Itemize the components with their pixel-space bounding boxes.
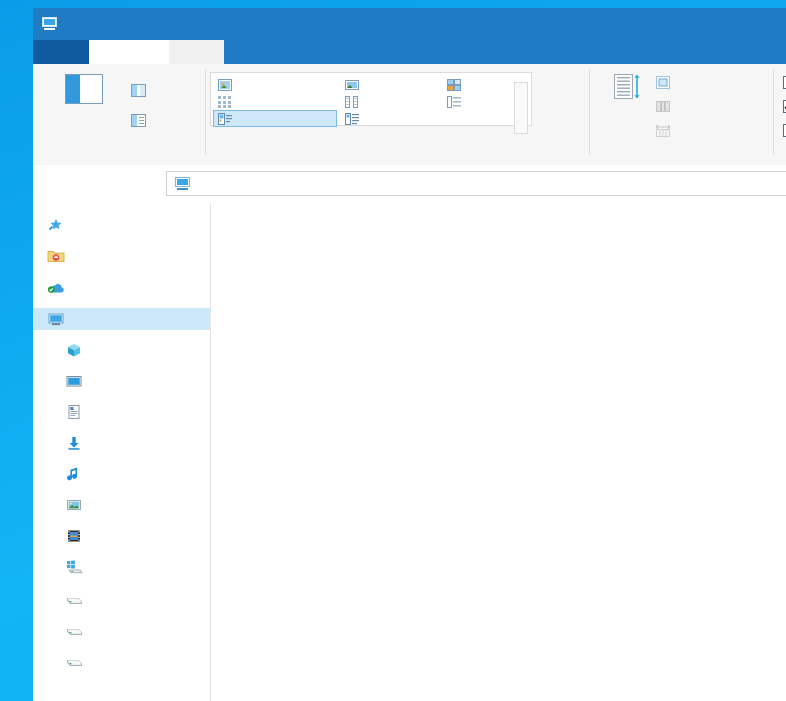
medium-icons-icon xyxy=(447,78,461,91)
tabstrip-filler xyxy=(224,40,786,64)
sidebar-item-local-disk-c[interactable] xyxy=(33,556,210,578)
details-pane-button[interactable] xyxy=(131,114,152,127)
navigation-pane-button[interactable] xyxy=(47,74,121,120)
group-by-icon xyxy=(656,76,670,89)
add-columns-button xyxy=(656,100,682,112)
ribbon-group-show-hide xyxy=(774,64,786,165)
group-by-button[interactable] xyxy=(656,76,682,89)
sort-by-icon xyxy=(612,73,642,101)
onedrive-icon xyxy=(47,280,65,296)
address-bar-row xyxy=(33,165,786,203)
navigation-pane-icon xyxy=(65,74,103,104)
star-icon xyxy=(47,217,65,233)
tab-computer[interactable] xyxy=(89,40,169,64)
extra-large-icons-icon xyxy=(218,78,232,91)
sidebar-item-3d-objects[interactable] xyxy=(33,339,210,361)
content-icon xyxy=(345,112,359,125)
add-columns-icon xyxy=(656,100,670,112)
quick-access-toolbar xyxy=(41,13,84,35)
pictures-icon xyxy=(65,497,83,513)
documents-icon xyxy=(65,404,83,420)
address-input[interactable] xyxy=(166,171,786,196)
sidebar-item-stored-data-i-e[interactable] xyxy=(33,618,210,640)
large-icons-icon xyxy=(345,79,359,91)
windows-drive-icon xyxy=(65,559,83,575)
sidebar-item-documents[interactable] xyxy=(33,401,210,423)
creative-cloud-icon xyxy=(47,248,65,264)
sidebar-item-videos[interactable] xyxy=(33,525,210,547)
file-explorer-window xyxy=(33,8,786,701)
sidebar-item-downloads[interactable] xyxy=(33,432,210,454)
downloads-icon xyxy=(65,435,83,451)
sidebar-item-this-pc[interactable] xyxy=(33,308,210,330)
layout-content[interactable] xyxy=(341,110,439,127)
list-icon xyxy=(345,95,359,108)
tiles-icon xyxy=(218,112,232,125)
title-bar xyxy=(33,8,786,40)
up-button[interactable] xyxy=(131,173,153,195)
sidebar-item-desktop[interactable] xyxy=(33,370,210,392)
navigation-pane[interactable] xyxy=(33,203,211,701)
this-pc-icon[interactable] xyxy=(41,17,58,31)
preview-pane-icon xyxy=(131,84,146,97)
back-button[interactable] xyxy=(46,173,68,195)
3d-objects-icon xyxy=(65,342,83,358)
layout-details[interactable] xyxy=(443,93,553,110)
drive-icon xyxy=(65,590,83,606)
sidebar-item-onedrive[interactable] xyxy=(33,277,210,299)
tab-file[interactable] xyxy=(33,40,89,64)
sidebar-item-file-repository-1-d[interactable] xyxy=(33,587,210,609)
ribbon-group-layout xyxy=(206,64,556,165)
small-icons-icon xyxy=(218,95,232,108)
music-icon xyxy=(65,466,83,482)
ribbon-tabstrip xyxy=(33,40,786,64)
sidebar-item-pictures[interactable] xyxy=(33,494,210,516)
ribbon xyxy=(33,64,786,166)
this-pc-icon xyxy=(47,311,65,327)
details-pane-icon xyxy=(131,114,146,127)
layout-tiles[interactable] xyxy=(213,110,337,127)
this-pc-icon xyxy=(174,176,191,191)
drive-icon xyxy=(65,621,83,637)
desktop-icon xyxy=(65,373,83,389)
drive-icon xyxy=(65,652,83,668)
layout-large-icons[interactable] xyxy=(341,76,439,93)
forward-button xyxy=(76,173,98,195)
sidebar-item-file-repository-2-k[interactable] xyxy=(33,649,210,671)
videos-icon xyxy=(65,528,83,544)
layout-gallery-scrollbar[interactable] xyxy=(514,82,528,134)
layout-extra-large-icons[interactable] xyxy=(214,76,336,93)
sidebar-item-quick-access[interactable] xyxy=(33,214,210,236)
preview-pane-button[interactable] xyxy=(131,84,152,97)
ribbon-group-current-view xyxy=(590,64,773,165)
layout-gallery[interactable] xyxy=(210,72,532,134)
layout-small-icons[interactable] xyxy=(214,93,336,110)
sidebar-item-music[interactable] xyxy=(33,463,210,485)
sort-by-button[interactable] xyxy=(602,73,652,116)
details-icon xyxy=(447,95,461,108)
size-all-columns-icon xyxy=(655,124,671,137)
recent-locations-button[interactable] xyxy=(103,173,125,195)
size-all-columns-button xyxy=(655,124,676,137)
tab-view[interactable] xyxy=(169,40,224,64)
ribbon-group-panes xyxy=(33,64,205,165)
sidebar-item-creative-cloud-files[interactable] xyxy=(33,245,210,267)
layout-medium-icons[interactable] xyxy=(443,76,553,93)
layout-list[interactable] xyxy=(341,93,439,110)
